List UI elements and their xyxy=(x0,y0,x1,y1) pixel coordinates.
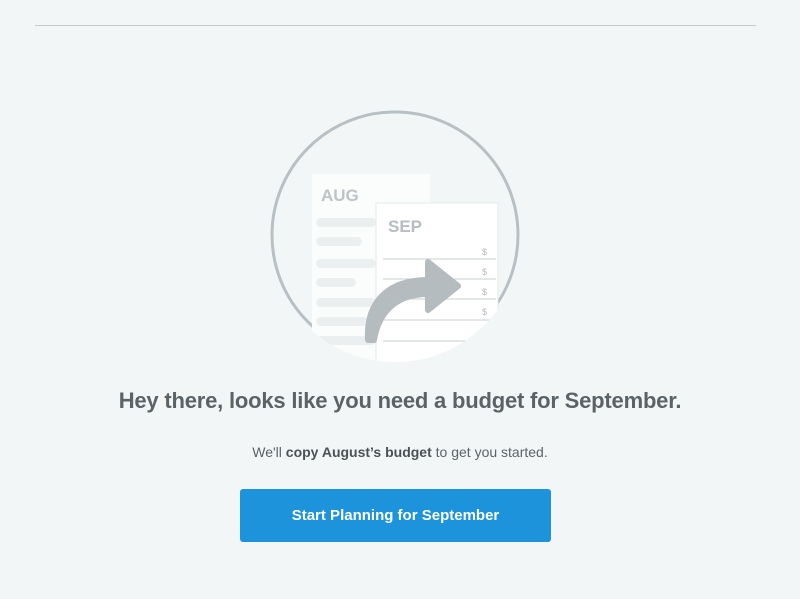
subtitle-prefix: We'll xyxy=(252,444,286,460)
aug-line xyxy=(316,317,368,326)
empty-budget-page: AUG SEP $ $ $ $ Hey there, looks like yo… xyxy=(0,0,800,599)
sep-dollar-sign: $ xyxy=(482,307,487,317)
sep-dollar-sign: $ xyxy=(482,247,487,257)
aug-line xyxy=(316,237,362,246)
sep-month-label: SEP xyxy=(388,217,422,236)
aug-line xyxy=(316,278,356,287)
page-title: Hey there, looks like you need a budget … xyxy=(118,388,682,413)
page-subtitle: We'll copy August’s budget to get you st… xyxy=(0,444,800,460)
aug-month-label: AUG xyxy=(321,186,359,205)
aug-line xyxy=(316,218,376,227)
subtitle-suffix: to get you started. xyxy=(431,444,548,460)
copy-budget-illustration-svg: AUG SEP $ $ $ $ xyxy=(270,110,520,362)
subtitle-emphasis: copy August’s budget xyxy=(285,444,432,460)
sep-dollar-sign: $ xyxy=(482,267,487,277)
start-planning-button[interactable]: Start Planning for September xyxy=(240,489,551,542)
aug-line xyxy=(316,298,376,307)
copy-budget-illustration: AUG SEP $ $ $ $ xyxy=(268,108,522,362)
sep-dollar-sign: $ xyxy=(482,287,487,297)
aug-line xyxy=(316,259,376,268)
top-divider xyxy=(35,25,756,26)
